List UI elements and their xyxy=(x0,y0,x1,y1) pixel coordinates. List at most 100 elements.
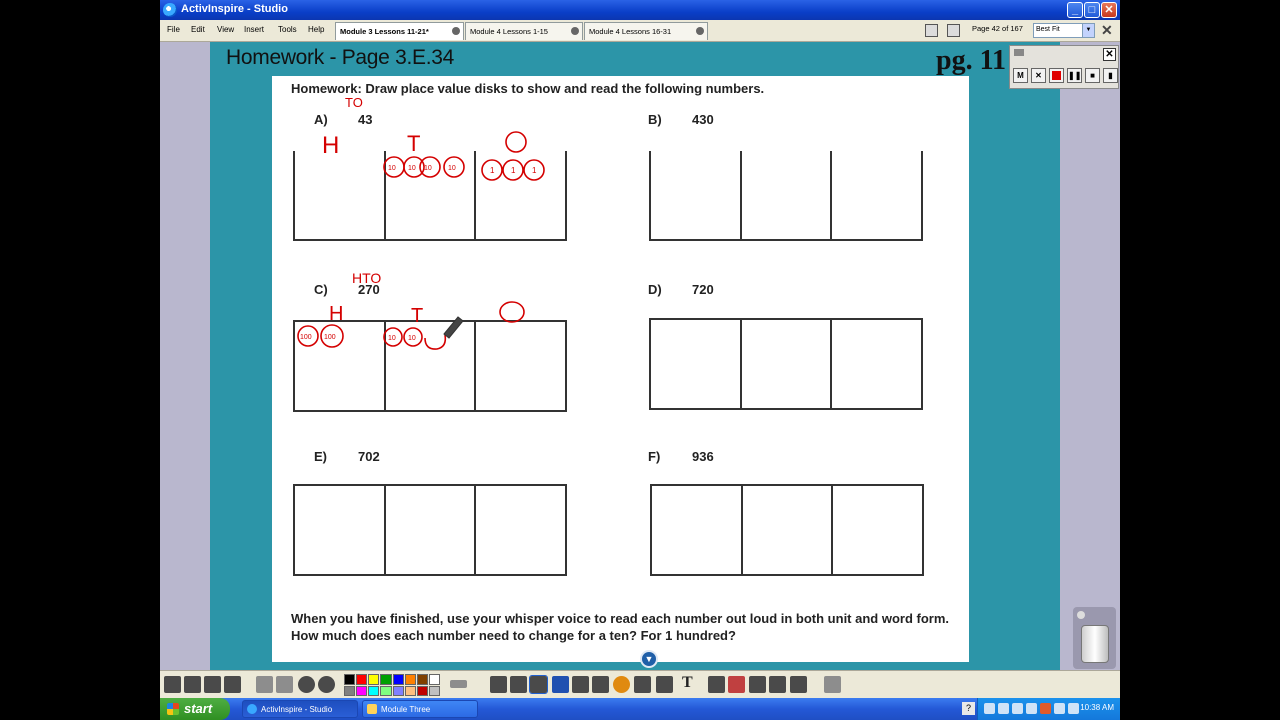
toolbox-collapse-icon[interactable] xyxy=(824,676,841,693)
network-icon[interactable] xyxy=(984,703,995,714)
problem-letter: C) xyxy=(314,282,328,297)
menu-edit[interactable]: Edit xyxy=(191,25,205,34)
recorder-cancel-button[interactable]: ✕ xyxy=(1031,68,1046,83)
dual-user-icon[interactable]: ✕ xyxy=(1101,22,1113,39)
select-icon[interactable] xyxy=(490,676,507,693)
color-swatch[interactable] xyxy=(344,674,356,685)
tools-icon[interactable] xyxy=(510,676,527,693)
browsers-icon[interactable] xyxy=(184,676,201,693)
color-swatch[interactable] xyxy=(344,685,356,696)
help-icon[interactable]: ? xyxy=(962,702,975,715)
maximize-button[interactable]: □ xyxy=(1084,2,1100,18)
main-menu-icon[interactable] xyxy=(164,676,181,693)
window-title: ActivInspire - Studio xyxy=(181,3,288,15)
menu-tools[interactable]: Tools xyxy=(278,25,297,34)
color-swatch[interactable] xyxy=(380,674,392,685)
reset-page-icon[interactable] xyxy=(728,676,745,693)
page-sorter-icon[interactable] xyxy=(925,24,938,37)
close-button[interactable]: ✕ xyxy=(1101,2,1117,18)
zoom-select[interactable]: Best Fit ▼ xyxy=(1033,23,1095,38)
safely-remove-icon[interactable] xyxy=(998,703,1009,714)
pen-width-slider[interactable] xyxy=(450,680,467,688)
place-value-chart-c xyxy=(293,320,567,412)
redo-icon[interactable] xyxy=(769,676,786,693)
menu-view[interactable]: View xyxy=(217,25,234,34)
problem-a-label: A) 43 xyxy=(314,112,372,127)
flipchart-canvas[interactable]: Homework - Page 3.E.34 pg. 11 Homework: … xyxy=(210,42,1060,670)
task-activinspire[interactable]: ActivInspire - Studio xyxy=(242,700,358,718)
page-browser-icon[interactable] xyxy=(947,24,960,37)
volume-icon[interactable] xyxy=(1026,703,1037,714)
main-toolbox: T xyxy=(160,670,1120,698)
trash-can-icon[interactable] xyxy=(1081,625,1109,663)
color-palette[interactable] xyxy=(344,674,440,696)
start-button[interactable]: start xyxy=(160,698,230,720)
previous-page-icon[interactable] xyxy=(256,676,273,693)
task-module-three[interactable]: Module Three xyxy=(362,700,478,718)
recorder-toolbar: ✕ M ✕ ❚❚ ■ ▮ xyxy=(1009,45,1119,89)
recorder-more-button[interactable]: ▮ xyxy=(1103,68,1118,83)
place-value-chart-f xyxy=(650,484,924,576)
ones-column xyxy=(832,320,921,408)
antivirus-icon[interactable] xyxy=(1040,703,1051,714)
menu-insert[interactable]: Insert xyxy=(244,25,264,34)
color-swatch[interactable] xyxy=(392,685,404,696)
color-swatch[interactable] xyxy=(428,685,440,696)
eraser-icon[interactable] xyxy=(572,676,589,693)
color-swatch[interactable] xyxy=(356,685,368,696)
tab-module-3[interactable]: Module 3 Lessons 11-21* xyxy=(335,22,464,40)
browser-icon[interactable] xyxy=(318,676,335,693)
recorder-grip-icon[interactable] xyxy=(1014,49,1024,56)
trash-widget[interactable] xyxy=(1073,607,1116,669)
chevron-down-icon[interactable]: ▼ xyxy=(1082,24,1094,37)
shape-icon[interactable] xyxy=(592,676,609,693)
record-button[interactable] xyxy=(1049,68,1064,83)
record-icon xyxy=(1052,71,1061,80)
menu-help[interactable]: Help xyxy=(308,25,324,34)
color-swatch[interactable] xyxy=(368,674,380,685)
shield-icon[interactable] xyxy=(1012,703,1023,714)
flipchart-title: Homework - Page 3.E.34 xyxy=(226,46,455,69)
color-swatch[interactable] xyxy=(368,685,380,696)
text-tool-icon[interactable]: T xyxy=(682,674,693,692)
fill-icon[interactable] xyxy=(613,676,630,693)
clock: 10:38 AM xyxy=(1080,703,1114,712)
desktop-annotate-icon[interactable] xyxy=(204,676,221,693)
color-swatch[interactable] xyxy=(356,674,368,685)
undo-icon[interactable] xyxy=(749,676,766,693)
tab-module-4-a[interactable]: Module 4 Lessons 1-15 xyxy=(465,22,583,40)
problem-c-label: C) 270 xyxy=(314,282,380,297)
recorder-close-button[interactable]: ✕ xyxy=(1103,48,1116,61)
highlighter-icon[interactable] xyxy=(552,676,569,693)
color-swatch[interactable] xyxy=(380,685,392,696)
play-icon[interactable] xyxy=(298,676,315,693)
next-page-icon[interactable] xyxy=(276,676,293,693)
tab-close-icon[interactable] xyxy=(696,27,704,35)
magic-ink-icon[interactable] xyxy=(634,676,651,693)
pen-icon[interactable] xyxy=(529,675,548,694)
vnc-icon[interactable] xyxy=(1054,703,1065,714)
connector-icon[interactable] xyxy=(656,676,673,693)
windows-logo-icon xyxy=(167,703,179,715)
restore-icon[interactable] xyxy=(708,676,725,693)
color-swatch[interactable] xyxy=(392,674,404,685)
display-icon[interactable] xyxy=(1068,703,1079,714)
menu-file[interactable]: File xyxy=(167,25,180,34)
tab-module-4-b[interactable]: Module 4 Lessons 16-31 xyxy=(584,22,708,40)
pause-button[interactable]: ❚❚ xyxy=(1067,68,1082,83)
stop-button[interactable]: ■ xyxy=(1085,68,1100,83)
canvas-margin-left xyxy=(160,42,210,670)
color-swatch[interactable] xyxy=(416,685,428,696)
color-swatch[interactable] xyxy=(428,674,440,685)
color-swatch[interactable] xyxy=(404,674,416,685)
page-icon[interactable] xyxy=(790,676,807,693)
scroll-down-icon[interactable]: ▼ xyxy=(640,650,658,668)
color-swatch[interactable] xyxy=(404,685,416,696)
recorder-minimize-button[interactable]: M xyxy=(1013,68,1028,83)
color-swatch[interactable] xyxy=(416,674,428,685)
tab-close-icon[interactable] xyxy=(571,27,579,35)
problem-number: 270 xyxy=(358,282,380,297)
minimize-button[interactable]: _ xyxy=(1067,2,1083,18)
tab-close-icon[interactable] xyxy=(452,27,460,35)
flipchart-icon[interactable] xyxy=(224,676,241,693)
